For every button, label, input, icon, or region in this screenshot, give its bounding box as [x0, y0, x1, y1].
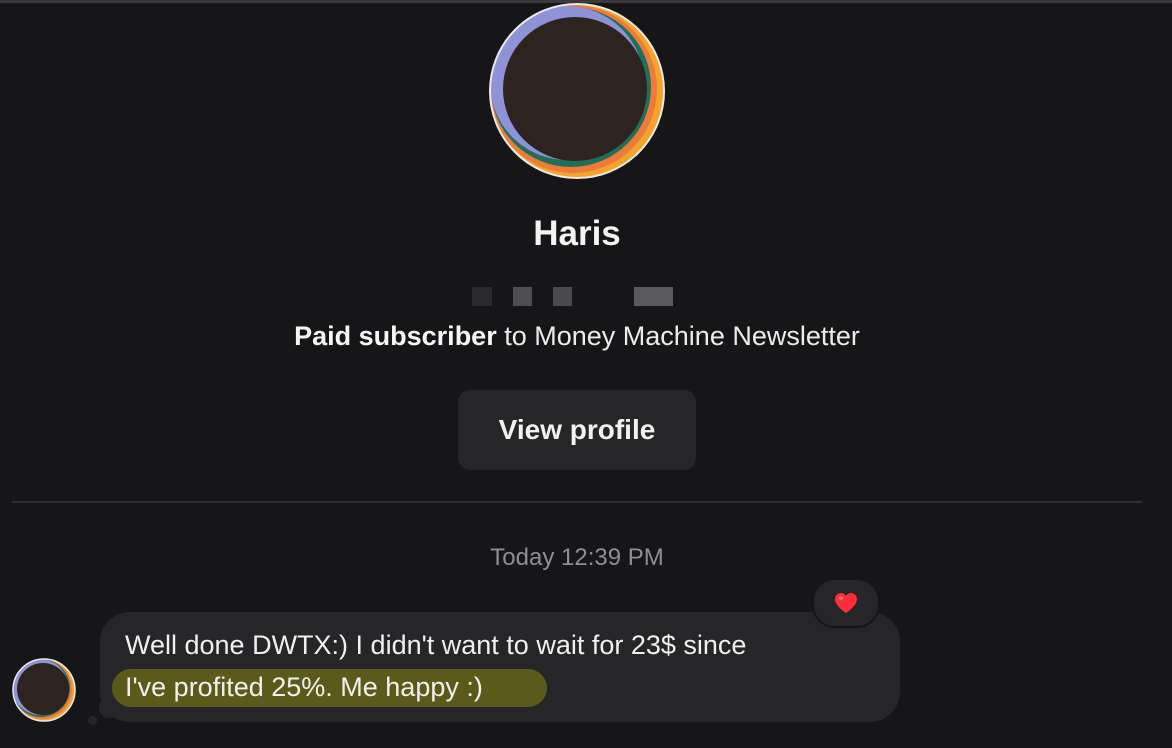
subscription-newsletter: to Money Machine Newsletter — [496, 321, 860, 351]
contact-avatar[interactable] — [489, 3, 665, 179]
section-divider — [12, 501, 1142, 503]
message-text-line-2: I've profited 25%. Me happy :) — [125, 672, 483, 702]
bubble-tail-small — [88, 716, 97, 725]
contact-name: Haris — [533, 214, 621, 253]
sender-avatar[interactable] — [12, 658, 76, 722]
message-timestamp: Today 12:39 PM — [490, 544, 664, 571]
heart-reaction[interactable] — [812, 578, 880, 628]
subscription-status: Paid subscriber to Money Machine Newslet… — [0, 321, 1154, 352]
subscription-type: Paid subscriber — [294, 321, 497, 351]
heart-icon — [835, 593, 857, 613]
message-text-line-1: Well done DWTX:) I didn't want to wait f… — [125, 630, 747, 660]
view-profile-button[interactable]: View profile — [458, 390, 696, 470]
pixelated-handle — [472, 287, 682, 306]
